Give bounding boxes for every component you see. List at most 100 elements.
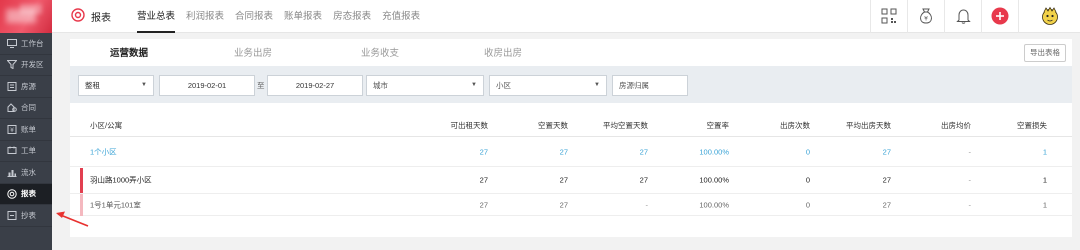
sidebar-item-bills[interactable]: ¥ 账单: [0, 119, 52, 141]
report-panel: 运营数据 业务出房 业务收支 收房出房 导出表格 整租 ▼ 2019-02-01…: [70, 39, 1072, 237]
add-icon: [991, 7, 1009, 27]
notifications-button[interactable]: [944, 0, 981, 33]
svg-text:¥: ¥: [10, 127, 14, 134]
subtab-business-income-expense[interactable]: 业务收支: [361, 45, 399, 59]
caret-down-icon: ▼: [141, 82, 147, 88]
brand-title: 报表: [91, 12, 111, 24]
qrcode-button[interactable]: [870, 0, 907, 33]
filter-bar: 整租 ▼ 2019-02-01 至 2019-02-27 城市 ▼ 小区 ▼ 房…: [70, 66, 1072, 103]
rent-type-select[interactable]: 整租 ▼: [78, 75, 154, 96]
rental-count-value: 0: [805, 200, 810, 209]
sidebar-item-label: 开发区: [21, 60, 44, 70]
avg-rental-price-value: -: [968, 147, 972, 156]
unit-name: 1号1单元101室: [90, 200, 141, 209]
add-button[interactable]: [981, 0, 1018, 33]
report-brand-icon: [71, 8, 85, 24]
brand[interactable]: 报表: [71, 8, 137, 24]
table-header: 小区/公寓 可出租天数 空置天数 平均空置天数 空置率 出房次数 平均出房天数 …: [70, 111, 1072, 137]
owner-placeholder: 房源归属: [619, 81, 649, 90]
tab-business-summary[interactable]: 营业总表: [137, 0, 176, 33]
top-header: 报表 营业总表 利润报表 合同报表 账单报表 房态报表 充值报表 ¥: [52, 0, 1080, 33]
sidebar-item-label: 报表: [21, 189, 36, 199]
city-select[interactable]: 城市 ▼: [366, 75, 484, 96]
subtab-operations-data[interactable]: 运营数据: [110, 45, 148, 59]
vacant-days-value: 27: [559, 147, 568, 156]
app-logo[interactable]: [0, 0, 52, 33]
subtab-business-rentals[interactable]: 业务出房: [234, 45, 272, 59]
col-avg-rental-price: 出房均价: [941, 121, 971, 130]
sidebar-item-label: 流水: [21, 167, 36, 177]
col-vacancy-rate: 空置率: [706, 121, 730, 130]
group-marker: [80, 168, 83, 193]
sidebar-item-label: 抄表: [21, 210, 36, 220]
avg-vacant-days-value: 27: [639, 147, 648, 156]
col-rentable-days: 可出租天数: [450, 121, 489, 130]
caret-down-icon: ▼: [471, 82, 477, 88]
chart-icon: [6, 167, 17, 177]
monitor-icon: [6, 38, 17, 48]
wallet-icon: ¥: [918, 7, 934, 26]
rentable-days-value: 27: [479, 147, 488, 156]
wallet-button[interactable]: ¥: [907, 0, 944, 33]
sidebar-item-contracts[interactable]: 合同: [0, 98, 52, 119]
sidebar-item-workbench[interactable]: 工作台: [0, 33, 52, 55]
tab-recharge-report[interactable]: 充值报表: [382, 0, 420, 33]
vacancy-loss-value: 1: [1042, 200, 1047, 209]
avg-rental-price-value: -: [968, 200, 972, 209]
vacancy-loss-value: 1: [1042, 147, 1047, 156]
rent-type-value: 整租: [85, 81, 100, 90]
subtab-intake-rentals[interactable]: 收房出房: [484, 45, 522, 59]
city-placeholder: 城市: [373, 81, 388, 90]
vacant-days-value: 27: [559, 175, 568, 185]
col-avg-rental-days: 平均出房天数: [846, 121, 891, 130]
sidebar-item-label: 工作台: [21, 38, 44, 48]
owner-input[interactable]: 房源归属: [612, 75, 688, 96]
sidebar-item-label: 房源: [21, 81, 36, 91]
date-to-input[interactable]: 2019-02-27: [267, 75, 363, 96]
bell-icon: [955, 8, 971, 26]
tab-bill-report[interactable]: 账单报表: [284, 0, 322, 33]
house-icon: [6, 81, 17, 91]
community-name: 羽山路1000弄小区: [90, 175, 152, 185]
sidebar-item-meter[interactable]: 抄表: [0, 205, 52, 227]
table-row[interactable]: 1个小区 27 27 27 100.00% 0 27 - 1: [70, 137, 1072, 167]
sidebar-item-label: 合同: [21, 103, 36, 113]
sidebar-item-listings[interactable]: 房源: [0, 76, 52, 98]
date-from-input[interactable]: 2019-02-01: [159, 75, 255, 96]
col-vacancy-loss: 空置损失: [1017, 121, 1047, 130]
sidebar-item-reports[interactable]: 报表: [0, 183, 52, 205]
user-avatar[interactable]: [1018, 0, 1080, 33]
sidebar-item-flow[interactable]: 流水: [0, 162, 52, 184]
avg-rental-price-value: -: [968, 175, 972, 185]
bill-icon: ¥: [6, 124, 17, 134]
table-row[interactable]: 羽山路1000弄小区 27 27 27 100.00% 0 27 - 1: [70, 167, 1072, 194]
rental-count-value: 0: [805, 175, 810, 185]
report-icon: [6, 189, 17, 199]
community-count-link[interactable]: 1个小区: [90, 146, 117, 157]
tab-room-status-report[interactable]: 房态报表: [333, 0, 371, 33]
table-row[interactable]: 1号1单元101室 27 27 - 100.00% 0 27 - 1: [70, 194, 1072, 216]
vacancy-rate-value: 100.00%: [699, 175, 729, 185]
col-community: 小区/公寓: [90, 121, 123, 130]
date-range-separator: 至: [257, 81, 265, 90]
rentable-days-value: 27: [479, 175, 488, 185]
col-rental-count: 出房次数: [780, 121, 810, 130]
caret-down-icon: ▼: [594, 82, 600, 88]
qrcode-icon: [881, 8, 897, 26]
avg-vacant-days-value: 27: [639, 175, 648, 185]
sidebar-item-label: 账单: [21, 124, 36, 134]
sidebar-item-development[interactable]: 开发区: [0, 55, 52, 76]
more-icon: [6, 210, 17, 220]
export-table-button[interactable]: 导出表格: [1024, 44, 1066, 62]
vacancy-loss-value: 1: [1042, 175, 1047, 185]
tab-profit-report[interactable]: 利润报表: [186, 0, 224, 33]
tab-contract-report[interactable]: 合同报表: [235, 0, 273, 33]
community-placeholder: 小区: [496, 81, 511, 90]
avg-rental-days-value: 27: [882, 200, 891, 209]
community-select[interactable]: 小区 ▼: [489, 75, 607, 96]
sidebar-item-tickets[interactable]: 工单: [0, 141, 52, 162]
col-avg-vacant-days: 平均空置天数: [603, 121, 648, 130]
svg-text:¥: ¥: [924, 16, 928, 23]
vacancy-rate-value: 100.00%: [699, 147, 729, 156]
report-subtabs: 运营数据 业务出房 业务收支 收房出房 导出表格: [70, 39, 1072, 66]
